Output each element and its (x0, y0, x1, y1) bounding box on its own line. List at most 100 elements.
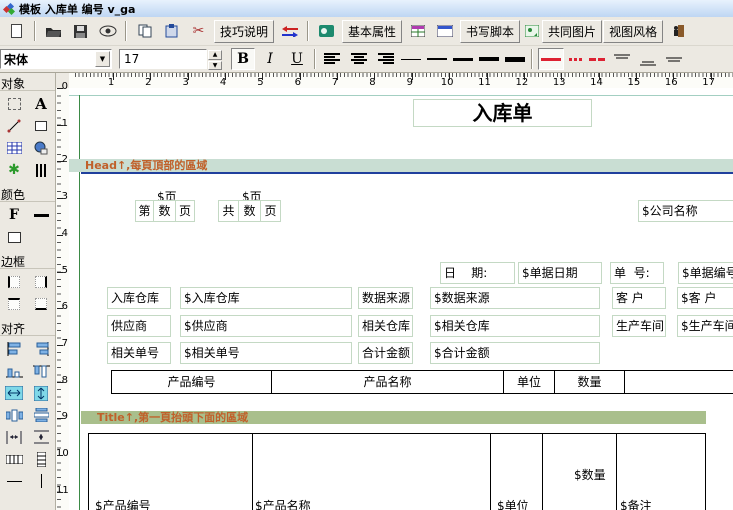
head-band[interactable]: Head↑,每頁頂部的區域 (69, 159, 733, 172)
page-prefix-field[interactable]: 第 (135, 200, 154, 222)
red-dashed-line-icon[interactable] (587, 48, 607, 70)
line-color-icon[interactable] (32, 207, 50, 224)
center-vertical-icon[interactable] (32, 385, 50, 402)
red-solid-line-icon[interactable] (538, 48, 564, 70)
rect-tool-icon[interactable] (32, 118, 50, 135)
line-align-middle-icon[interactable] (662, 49, 685, 71)
align-left-icon[interactable] (321, 48, 344, 70)
center-horizontal-icon[interactable] (5, 385, 23, 402)
column-header-table[interactable]: 产品编号 产品名称 单位 数量 (111, 370, 733, 394)
page-total-field[interactable]: 数 (238, 200, 261, 222)
sync-arrows-icon[interactable] (278, 20, 301, 42)
detail-name-field[interactable]: $产品名称 (255, 497, 311, 510)
view-style-button[interactable]: 视图风格 (603, 20, 663, 43)
header-cell-code[interactable]: 产品编号 (111, 370, 272, 394)
barcode-tool-icon[interactable] (32, 162, 50, 179)
doc-title-field[interactable]: 入库单 (413, 99, 592, 127)
date-label-field[interactable]: 日 期: (440, 262, 515, 284)
underline-button[interactable]: U (285, 48, 309, 70)
window-icon[interactable] (433, 20, 456, 42)
horizontal-line-icon[interactable] (5, 473, 23, 490)
company-field[interactable]: $公司名称 (638, 200, 733, 222)
line-width-3-icon[interactable] (451, 48, 474, 70)
page-number-field[interactable]: 数 (153, 200, 176, 222)
warehouse-value-field[interactable]: $入库仓库 (180, 287, 352, 309)
spin-down-icon[interactable]: ▼ (208, 61, 222, 71)
detail-code-field[interactable]: $产品编号 (95, 497, 151, 510)
align-center-icon[interactable] (347, 48, 370, 70)
spin-up-icon[interactable]: ▲ (208, 50, 222, 60)
save-icon[interactable] (69, 20, 92, 42)
header-cell-empty[interactable] (624, 370, 733, 394)
special-object-tool-icon[interactable]: ✱ (5, 162, 23, 179)
line-tool-icon[interactable] (5, 118, 23, 135)
detail-unit-field[interactable]: $单位 (497, 497, 529, 510)
line-width-1-icon[interactable] (399, 48, 422, 70)
cut-icon[interactable]: ✂ (187, 20, 210, 42)
distribute-horizontal-icon[interactable] (5, 407, 23, 424)
align-right-icon[interactable] (373, 48, 396, 70)
script-button[interactable]: 书写脚本 (460, 20, 520, 43)
shrink-horizontal-spacing-icon[interactable] (5, 429, 23, 446)
page-unit-field[interactable]: 页 (175, 200, 195, 222)
customer-value-field[interactable]: $客 户 (677, 287, 733, 309)
properties-button[interactable]: 基本属性 (342, 20, 402, 43)
ruler-vertical[interactable]: 01234567891011 (56, 88, 69, 510)
line-align-bottom-icon[interactable] (636, 52, 659, 74)
related-no-label-field[interactable]: 相关单号 (107, 342, 171, 364)
header-cell-qty[interactable]: 数量 (554, 370, 625, 394)
line-width-4-icon[interactable] (477, 48, 500, 70)
border-bottom-icon[interactable] (32, 296, 50, 313)
header-cell-unit[interactable]: 单位 (503, 370, 555, 394)
source-label-field[interactable]: 数据来源 (358, 287, 413, 309)
total-amount-label-field[interactable]: 合计金额 (358, 342, 413, 364)
italic-button[interactable]: I (258, 48, 282, 70)
red-dotted-line-icon[interactable] (567, 48, 584, 70)
grid-icon[interactable] (406, 20, 429, 42)
image-add-icon[interactable] (524, 20, 540, 42)
number-value-field[interactable]: $单据编号 (678, 262, 733, 284)
font-size-input[interactable]: 17 ▲▼ (119, 49, 207, 69)
media-icon[interactable] (315, 20, 338, 42)
open-folder-icon[interactable] (42, 20, 65, 42)
date-value-field[interactable]: $单据日期 (518, 262, 602, 284)
align-lefts-icon[interactable] (5, 341, 23, 358)
table-tool-icon[interactable] (5, 140, 23, 157)
align-tops-icon[interactable] (32, 363, 50, 380)
align-bottoms-icon[interactable] (5, 363, 23, 380)
vertical-line-icon[interactable] (32, 473, 50, 490)
supplier-label-field[interactable]: 供应商 (107, 315, 171, 337)
font-name-combo[interactable]: 宋体 ▼ (0, 49, 112, 69)
paste-icon[interactable] (160, 20, 183, 42)
exit-icon[interactable] (667, 20, 690, 42)
select-tool-icon[interactable] (5, 96, 23, 113)
header-cell-name[interactable]: 产品名称 (271, 370, 504, 394)
related-warehouse-value-field[interactable]: $相关仓库 (430, 315, 600, 337)
align-rights-icon[interactable] (32, 341, 50, 358)
workshop-label-field[interactable]: 生产车间 (612, 315, 666, 337)
same-width-cells-icon[interactable] (5, 451, 23, 468)
workshop-value-field[interactable]: $生产车间 (677, 315, 733, 337)
new-file-icon[interactable] (5, 20, 28, 42)
border-top-icon[interactable] (5, 296, 23, 313)
source-value-field[interactable]: $数据来源 (430, 287, 600, 309)
print-preview-icon[interactable] (96, 20, 119, 42)
related-no-value-field[interactable]: $相关单号 (180, 342, 352, 364)
design-canvas[interactable]: 入库单 Head↑,每頁頂部的區域 $页 $页 第 数 页 共 数 页 $公司名… (69, 88, 733, 510)
border-right-icon[interactable] (32, 274, 50, 291)
warehouse-label-field[interactable]: 入库仓库 (107, 287, 171, 309)
detail-note-field[interactable]: $备注 (620, 497, 652, 510)
page-total-prefix-field[interactable]: 共 (218, 200, 239, 222)
font-color-icon[interactable]: F (5, 207, 23, 224)
bold-button[interactable]: B (231, 48, 255, 70)
text-tool-icon[interactable]: A (32, 96, 50, 113)
ruler-horizontal[interactable]: 1234567891011121314151617 (69, 73, 733, 88)
distribute-vertical-icon[interactable] (32, 407, 50, 424)
shared-images-button[interactable]: 共同图片 (542, 20, 602, 43)
number-label-field[interactable]: 单 号: (610, 262, 664, 284)
tips-button[interactable]: 技巧说明 (214, 20, 274, 43)
customer-label-field[interactable]: 客 户 (612, 287, 666, 309)
title-band[interactable]: Title↑,第一頁抬頭下面的區域 (81, 411, 706, 424)
image-tool-icon[interactable] (32, 140, 50, 157)
supplier-value-field[interactable]: $供应商 (180, 315, 352, 337)
